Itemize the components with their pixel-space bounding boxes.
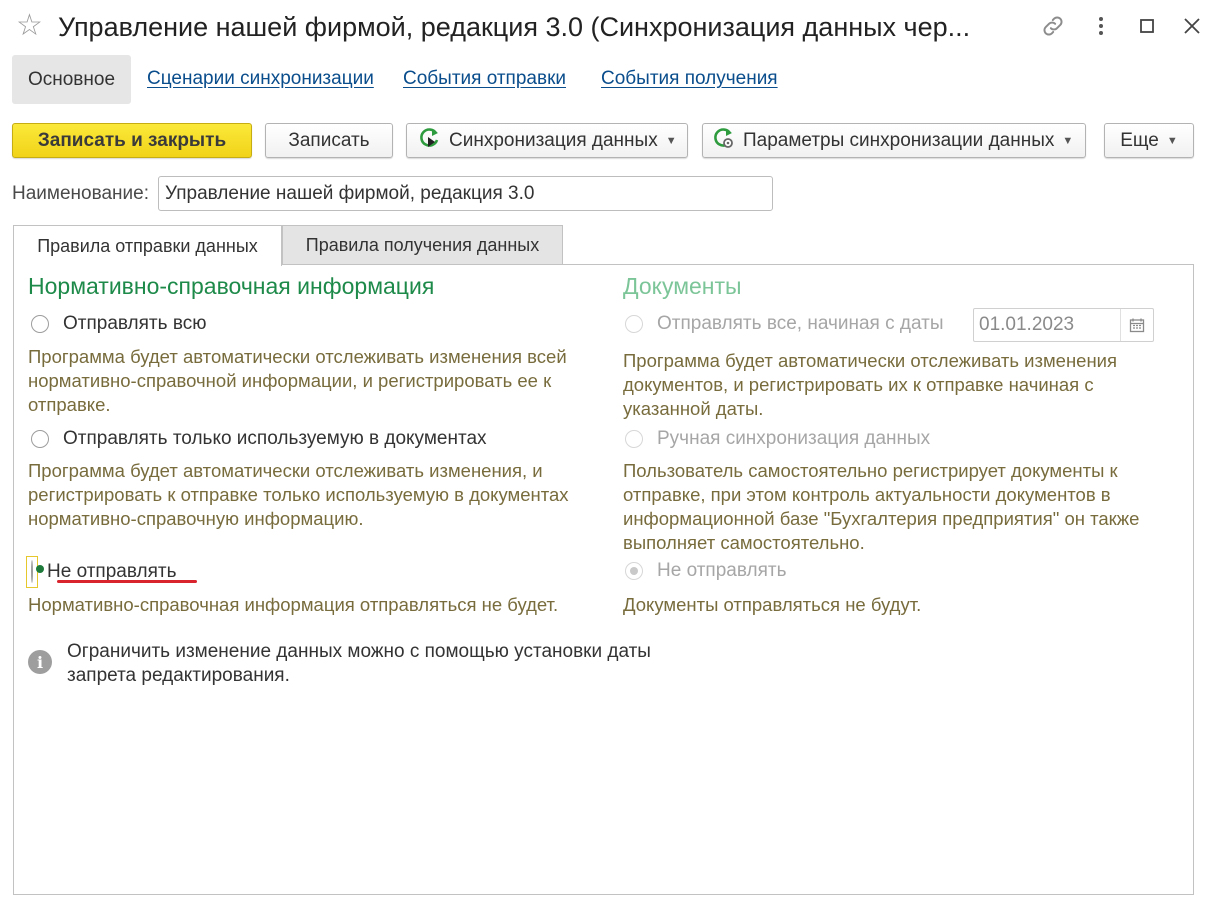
radio-button [625,315,643,333]
sync-params-label: Параметры синхронизации данных [743,129,1055,151]
nav-main[interactable]: Основное [12,55,131,104]
radio-button-checked[interactable] [31,560,33,583]
radio-button[interactable] [31,315,49,333]
save-button[interactable]: Записать [265,123,393,158]
docs-option-manual-sync-label: Ручная синхронизация данных [657,428,931,449]
name-label: Наименование: [12,183,149,204]
favorite-star-icon[interactable]: ☆ [16,8,43,44]
nsi-section-title: Нормативно-справочная информация [28,273,435,299]
nav-sync-scenarios[interactable]: Сценарии синхронизации [147,68,374,90]
sync-settings-icon [713,127,743,155]
docs-option-send-from-date-description: Программа будет автоматически отслеживат… [623,350,1118,419]
nsi-option-send-all-description: Программа будет автоматически отслеживат… [28,346,567,415]
sync-icon [419,127,449,155]
nsi-option-send-used-label: Отправлять только используемую в докумен… [63,428,487,449]
radio-button-checked [625,562,643,580]
save-label: Записать [288,129,370,151]
tab-send-rules[interactable]: Правила отправки данных [13,225,282,266]
info-note: Ограничить изменение данных можно с помо… [67,641,651,686]
calendar-icon [1120,309,1153,341]
docs-option-send-from-date: Отправлять все, начиная с даты [625,313,943,335]
chevron-down-icon: ▼ [1062,134,1074,147]
close-icon[interactable] [1176,10,1208,42]
docs-date-field: 01.01.2023 [973,308,1154,342]
chevron-down-icon: ▼ [665,134,677,147]
window-title: Управление нашей фирмой, редакция 3.0 (С… [58,12,971,42]
nsi-option-send-all[interactable]: Отправлять всю [31,313,206,335]
docs-option-send-from-date-label: Отправлять все, начиная с даты [657,313,944,334]
nsi-option-send-used-description: Программа будет автоматически отслеживат… [28,460,569,529]
save-and-close-label: Записать и закрыть [37,129,227,151]
docs-option-dont-send-label: Не отправлять [657,560,787,581]
nav-send-events[interactable]: События отправки [403,68,566,90]
nsi-option-send-used[interactable]: Отправлять только используемую в докумен… [31,428,487,450]
link-icon[interactable] [1037,10,1069,42]
save-and-close-button[interactable]: Записать и закрыть [12,123,252,158]
radio-button[interactable] [31,430,49,448]
sync-data-button[interactable]: Синхронизация данных ▼ [406,123,688,158]
highlight-underline [57,580,197,583]
radio-button [625,430,643,448]
nsi-option-dont-send-description: Нормативно-справочная информация отправл… [28,594,559,615]
more-label: Еще [1120,129,1159,151]
maximize-icon[interactable] [1131,10,1163,42]
sync-params-button[interactable]: Параметры синхронизации данных ▼ [702,123,1086,158]
docs-option-dont-send: Не отправлять [625,560,786,582]
docs-option-manual-sync: Ручная синхронизация данных [625,428,930,450]
more-options-icon[interactable] [1085,10,1117,42]
docs-date-value: 01.01.2023 [979,314,1075,335]
nav-receive-events[interactable]: События получения [601,68,778,90]
chevron-down-icon: ▼ [1166,134,1178,147]
more-button[interactable]: Еще ▼ [1104,123,1194,158]
tab-receive-rules[interactable]: Правила получения данных [282,225,563,265]
name-input[interactable] [158,176,773,211]
sync-data-label: Синхронизация данных [449,129,658,151]
docs-option-dont-send-description: Документы отправляться не будут. [623,594,922,615]
docs-option-manual-sync-description: Пользователь самостоятельно регистрирует… [623,460,1140,553]
docs-section-title: Документы [623,273,742,299]
nsi-option-send-all-label: Отправлять всю [63,313,207,334]
focus-frame [26,556,38,588]
info-icon: i [28,650,52,674]
nsi-option-dont-send[interactable]: Не отправлять [26,556,176,588]
